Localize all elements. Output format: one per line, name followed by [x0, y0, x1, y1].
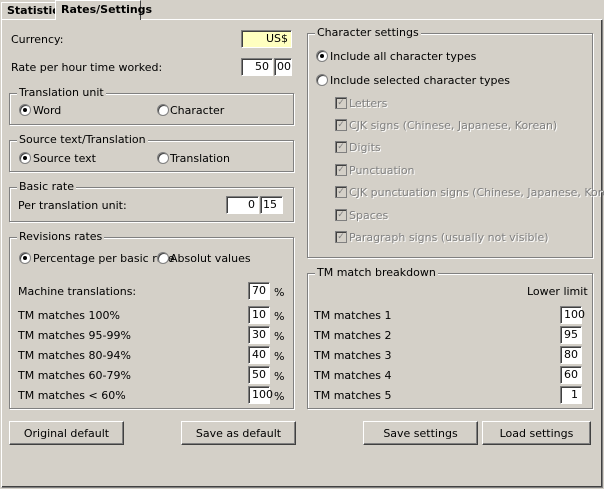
include-all-label: Include all character types — [330, 50, 477, 63]
source-text-label: Source text — [33, 152, 96, 165]
revision-row-value[interactable]: 10 — [248, 306, 270, 324]
spaces-checkbox[interactable]: ✓ — [335, 209, 347, 221]
currency-label: Currency: — [11, 33, 64, 46]
paragraph-signs-checkbox[interactable]: ✓ — [335, 231, 347, 243]
revision-row-label: TM matches 100% — [18, 309, 120, 322]
digits-label: Digits — [349, 141, 381, 154]
revision-row-value[interactable]: 70 — [248, 282, 270, 300]
revision-row-value[interactable]: 30 — [248, 326, 270, 344]
paragraph-signs-label: Paragraph signs (usually not visible) — [349, 231, 549, 244]
per-unit-label: Per translation unit: — [18, 199, 127, 212]
rate-per-hour-label: Rate per hour time worked: — [11, 61, 163, 74]
cjk-punctuation-checkbox[interactable]: ✓ — [335, 186, 347, 198]
character-label: Character — [170, 104, 225, 117]
tm-match-label: TM matches 1 — [314, 309, 392, 322]
punctuation-checkbox[interactable]: ✓ — [335, 164, 347, 176]
percent-sign: % — [274, 370, 285, 383]
lower-limit-header: Lower limit — [527, 285, 588, 298]
revision-row-label: TM matches < 60% — [18, 389, 126, 402]
percent-sign: % — [274, 350, 285, 363]
cjk-punctuation-label: CJK punctuation signs (Chinese, Japanese… — [349, 186, 604, 199]
tm-match-label: TM matches 4 — [314, 369, 392, 382]
revision-row-label: TM matches 95-99% — [18, 329, 131, 342]
tm-match-limit[interactable]: 1 — [560, 386, 582, 404]
word-label: Word — [33, 104, 62, 117]
revision-row-label: TM matches 80-94% — [18, 349, 131, 362]
revision-row-value[interactable]: 40 — [248, 346, 270, 364]
tm-match-limit[interactable]: 60 — [560, 366, 582, 384]
save-as-default-button[interactable]: Save as default — [181, 421, 296, 445]
letters-checkbox[interactable]: ✓ — [335, 97, 347, 109]
spaces-label: Spaces — [349, 209, 389, 222]
original-default-button[interactable]: Original default — [9, 421, 124, 445]
load-settings-button[interactable]: Load settings — [482, 421, 591, 445]
tm-match-label: TM matches 3 — [314, 349, 392, 362]
source-text-radio[interactable] — [19, 152, 31, 164]
tm-breakdown-title: TM match breakdown — [315, 266, 438, 279]
cjk-signs-checkbox[interactable]: ✓ — [335, 119, 347, 131]
percent-sign: % — [274, 390, 285, 403]
percent-sign: % — [274, 286, 285, 299]
tm-match-limit[interactable]: 80 — [560, 346, 582, 364]
tm-match-label: TM matches 2 — [314, 329, 392, 342]
source-text-title: Source text/Translation — [17, 133, 148, 146]
include-selected-radio[interactable] — [316, 74, 328, 86]
rate-per-hour-whole[interactable]: 50 — [241, 58, 273, 76]
currency-field[interactable]: US$ — [241, 30, 292, 48]
translation-unit-title: Translation unit — [17, 86, 106, 99]
word-radio[interactable] — [19, 104, 31, 116]
percentage-radio[interactable] — [19, 252, 31, 264]
rate-per-hour-fraction[interactable]: 00 — [274, 58, 292, 76]
percent-sign: % — [274, 330, 285, 343]
absolute-values-radio[interactable] — [157, 252, 169, 264]
revision-row-value[interactable]: 50 — [248, 366, 270, 384]
revisions-title: Revisions rates — [17, 230, 105, 243]
basic-rate-title: Basic rate — [17, 180, 76, 193]
translation-label: Translation — [170, 152, 230, 165]
character-settings-title: Character settings — [315, 26, 421, 39]
cjk-signs-label: CJK signs (Chinese, Japanese, Korean) — [349, 119, 558, 132]
percent-sign: % — [274, 310, 285, 323]
absolute-values-label: Absolut values — [170, 252, 251, 265]
basic-rate-fraction[interactable]: 15 — [260, 196, 283, 214]
digits-checkbox[interactable]: ✓ — [335, 141, 347, 153]
include-selected-label: Include selected character types — [330, 74, 510, 87]
basic-rate-whole[interactable]: 0 — [226, 196, 259, 214]
tm-match-limit[interactable]: 100 — [560, 306, 585, 324]
letters-label: Letters — [349, 97, 388, 110]
character-radio[interactable] — [157, 104, 169, 116]
percentage-label: Percentage per basic rate — [33, 252, 175, 265]
punctuation-label: Punctuation — [349, 164, 415, 177]
revision-row-label: Machine translations: — [18, 285, 137, 298]
save-settings-button[interactable]: Save settings — [363, 421, 478, 445]
tm-match-limit[interactable]: 95 — [560, 326, 582, 344]
tm-match-label: TM matches 5 — [314, 389, 392, 402]
revision-row-value[interactable]: 100 — [248, 386, 273, 404]
revision-row-label: TM matches 60-79% — [18, 369, 131, 382]
translation-radio[interactable] — [157, 152, 169, 164]
include-all-radio[interactable] — [316, 50, 328, 62]
